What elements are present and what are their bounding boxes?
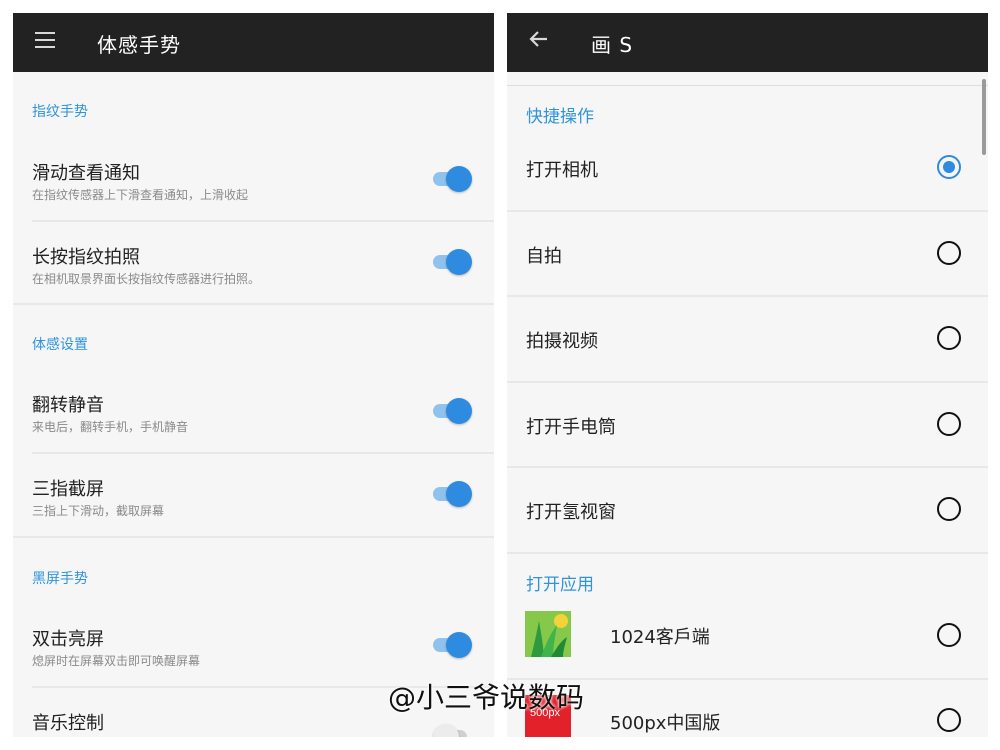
- section-divider: [13, 303, 494, 305]
- section-header-blank-screen: 黑屏手势: [32, 571, 88, 587]
- radio-button[interactable]: [937, 497, 961, 521]
- option-row-selfie[interactable]: 自拍: [507, 224, 988, 296]
- toggle-switch[interactable]: [433, 398, 473, 424]
- setting-title: 翻转静音: [32, 395, 104, 416]
- page-title: 体感手势: [97, 33, 181, 57]
- divider: [507, 381, 988, 383]
- page-title: 画 S: [591, 33, 634, 57]
- radio-button[interactable]: [937, 623, 961, 647]
- setting-subtitle: 熄屏时在屏幕双击即可唤醒屏幕: [32, 654, 201, 668]
- divider: [32, 220, 494, 222]
- toggle-switch[interactable]: [433, 724, 473, 737]
- divider: [507, 210, 988, 212]
- option-label: 拍摄视频: [526, 331, 598, 352]
- setting-row-flip-to-mute[interactable]: 翻转静音 来电后，翻转手机，手机静音: [13, 387, 494, 453]
- setting-subtitle: 来电后，翻转手机，手机静音: [32, 420, 189, 434]
- divider: [507, 466, 988, 468]
- option-row-hydrogen-window[interactable]: 打开氢视窗: [507, 480, 988, 552]
- radio-button[interactable]: [937, 241, 961, 265]
- draw-s-gesture-screen: 画 S 快捷操作 打开相机 自拍 拍摄视频 打开手电筒 打开氢视窗 打开应用 1…: [507, 13, 988, 737]
- setting-subtitle: 三指上下滑动，截取屏幕: [32, 504, 165, 518]
- section-header-fingerprint: 指纹手势: [32, 104, 88, 120]
- app-bar: 体感手势: [13, 13, 494, 72]
- section-header-quick-actions: 快捷操作: [526, 107, 594, 127]
- setting-subtitle: 在指纹传感器上下滑查看通知，上滑收起: [32, 188, 249, 202]
- radio-button[interactable]: [937, 412, 961, 436]
- toggle-switch[interactable]: [433, 632, 473, 658]
- menu-icon[interactable]: [35, 32, 55, 48]
- option-label: 打开氢视窗: [526, 502, 616, 523]
- divider: [507, 552, 988, 554]
- divider: [32, 452, 494, 454]
- toggle-switch[interactable]: [433, 481, 473, 507]
- radio-button[interactable]: [937, 326, 961, 350]
- app-label: 500px中国版: [610, 713, 721, 734]
- watermark-text: @小三爷说数码: [388, 681, 585, 714]
- setting-row-swipe-notifications[interactable]: 滑动查看通知 在指纹传感器上下滑查看通知，上滑收起: [13, 155, 494, 221]
- option-label: 自拍: [526, 246, 562, 267]
- setting-title: 双击亮屏: [32, 629, 104, 650]
- divider: [507, 295, 988, 297]
- gesture-settings-screen: 体感手势 指纹手势 滑动查看通知 在指纹传感器上下滑查看通知，上滑收起 长按指纹…: [13, 13, 494, 737]
- divider: [507, 85, 988, 86]
- app-label: 1024客戶端: [610, 627, 710, 648]
- setting-subtitle: 在相机取景界面长按指纹传感器进行拍照。: [32, 272, 261, 286]
- option-label: 打开相机: [526, 160, 598, 181]
- section-header-open-app: 打开应用: [526, 575, 594, 595]
- option-row-record-video[interactable]: 拍摄视频: [507, 309, 988, 381]
- toggle-switch[interactable]: [433, 249, 473, 275]
- option-row-app-1024[interactable]: 1024客戶端: [507, 606, 988, 678]
- option-row-open-camera[interactable]: 打开相机: [507, 138, 988, 210]
- setting-title: 音乐控制: [32, 713, 104, 734]
- app-bar: 画 S: [507, 13, 988, 72]
- back-arrow-icon[interactable]: [527, 27, 551, 51]
- section-header-motion: 体感设置: [32, 337, 88, 353]
- radio-button[interactable]: [937, 708, 961, 732]
- option-label: 打开手电筒: [526, 417, 616, 438]
- toggle-switch[interactable]: [433, 166, 473, 192]
- setting-row-three-finger-screenshot[interactable]: 三指截屏 三指上下滑动，截取屏幕: [13, 471, 494, 537]
- setting-row-press-to-photo[interactable]: 长按指纹拍照 在相机取景界面长按指纹传感器进行拍照。: [13, 239, 494, 305]
- 1024-app-icon: [525, 611, 571, 657]
- setting-title: 滑动查看通知: [32, 163, 140, 184]
- setting-title: 三指截屏: [32, 479, 104, 500]
- setting-title: 长按指纹拍照: [32, 247, 140, 268]
- option-row-flashlight[interactable]: 打开手电筒: [507, 395, 988, 467]
- radio-button[interactable]: [937, 155, 961, 179]
- section-divider: [13, 536, 494, 538]
